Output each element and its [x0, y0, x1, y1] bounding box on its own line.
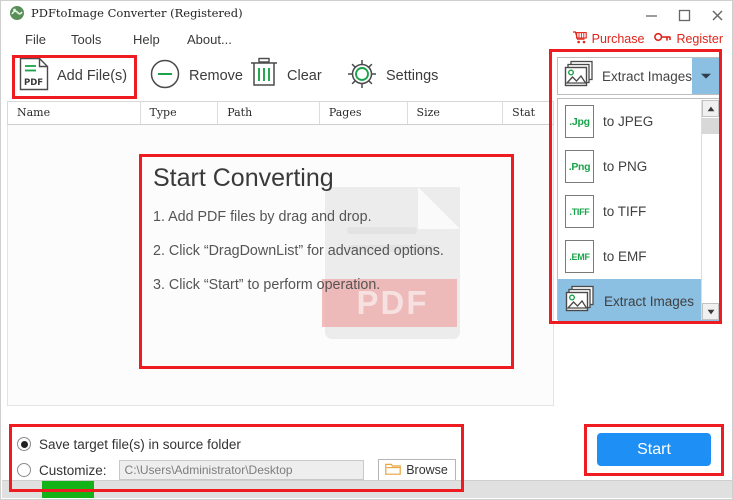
- dropdown-item-to-emf[interactable]: .EMF to EMF: [558, 234, 720, 279]
- dropdown-item-extract-images[interactable]: Extract Images: [558, 279, 720, 324]
- clear-button[interactable]: Clear: [249, 57, 322, 95]
- minus-circle-icon: [149, 58, 181, 95]
- dropdown-item-label: to JPEG: [603, 114, 654, 129]
- dropdown-item-to-png[interactable]: .Png to PNG: [558, 144, 720, 189]
- column-header-path[interactable]: Path: [218, 102, 320, 124]
- title-bar-left: PDFtoImage Converter (Registered): [9, 5, 243, 21]
- svg-text:PDF: PDF: [24, 78, 43, 88]
- dropdown-item-to-tiff[interactable]: .TIFF to TIFF: [558, 189, 720, 234]
- browse-label: Browse: [406, 463, 448, 477]
- clear-label: Clear: [287, 68, 322, 84]
- add-files-button[interactable]: PDF Add File(s): [19, 57, 127, 95]
- key-icon: [654, 31, 672, 46]
- trash-icon: [249, 57, 279, 95]
- purchase-link[interactable]: Purchase: [572, 30, 645, 47]
- chevron-down-icon[interactable]: [692, 58, 720, 94]
- settings-button[interactable]: Settings: [346, 57, 438, 95]
- close-icon[interactable]: [701, 1, 732, 29]
- output-format-value: Extract Images: [602, 68, 693, 84]
- purchase-register-links: Purchase Register: [572, 30, 723, 47]
- radio-button-unselected[interactable]: [17, 463, 31, 477]
- start-button[interactable]: Start: [597, 433, 711, 466]
- jpg-file-icon: .Jpg: [565, 105, 594, 138]
- instruction-step-1: 1. Add PDF files by drag and drop.: [153, 209, 372, 225]
- window-title: PDFtoImage Converter (Registered): [31, 6, 243, 20]
- status-bar: [2, 480, 732, 498]
- dropdown-item-label: to TIFF: [603, 204, 647, 219]
- menu-item-tools[interactable]: Tools: [67, 30, 105, 49]
- add-files-label: Add File(s): [57, 68, 128, 84]
- emf-file-icon: .EMF: [565, 240, 594, 273]
- file-list-header: Name Type Path Pages Size Stat: [7, 101, 554, 125]
- window-controls: [635, 1, 732, 29]
- instruction-step-3: 3. Click “Start” to perform operation.: [153, 277, 381, 293]
- save-source-folder-label: Save target file(s) in source folder: [39, 436, 241, 452]
- register-link[interactable]: Register: [654, 31, 723, 46]
- radio-button-selected[interactable]: [17, 437, 31, 451]
- column-header-name[interactable]: Name: [8, 102, 141, 124]
- register-label: Register: [676, 31, 723, 46]
- scrollbar-thumb[interactable]: [702, 118, 719, 134]
- dropdown-item-label: to EMF: [603, 249, 647, 264]
- progress-indicator: [42, 481, 94, 498]
- dropdown-item-label: Extract Images: [604, 294, 695, 309]
- output-format-dropdown-list[interactable]: .Jpg to JPEG .Png to PNG .TIFF to TIFF .…: [557, 98, 721, 324]
- menu-item-about[interactable]: About...: [183, 30, 236, 49]
- purchase-label: Purchase: [591, 31, 645, 46]
- dropdown-item-label: to PNG: [603, 159, 648, 174]
- gear-icon: [346, 58, 378, 95]
- column-header-pages[interactable]: Pages: [320, 102, 408, 124]
- application-window: PDFtoImage Converter (Registered) File T…: [0, 0, 733, 500]
- dropdown-item-to-jpeg[interactable]: .Jpg to JPEG: [558, 99, 720, 144]
- tiff-file-icon: .TIFF: [565, 195, 594, 228]
- menu-item-file[interactable]: File: [21, 30, 50, 49]
- remove-label: Remove: [189, 68, 243, 84]
- column-header-size[interactable]: Size: [408, 102, 504, 124]
- scroll-down-arrow-icon[interactable]: [702, 303, 719, 320]
- browse-button[interactable]: Browse: [377, 459, 456, 481]
- menu-item-help[interactable]: Help: [129, 30, 164, 49]
- extract-images-icon: [565, 285, 595, 318]
- folder-icon: [385, 462, 401, 478]
- column-header-type[interactable]: Type: [141, 102, 219, 124]
- remove-button[interactable]: Remove: [149, 57, 243, 95]
- dropdown-scrollbar[interactable]: [701, 100, 719, 320]
- output-options: Save target file(s) in source folder Cus…: [17, 431, 457, 487]
- maximize-icon[interactable]: [668, 1, 701, 29]
- settings-label: Settings: [386, 68, 439, 84]
- radio-save-in-source-folder[interactable]: Save target file(s) in source folder: [17, 431, 457, 457]
- instruction-step-2: 2. Click “DragDownList” for advanced opt…: [153, 243, 444, 259]
- cart-icon: [572, 30, 588, 47]
- extract-images-icon: [564, 60, 594, 93]
- title-bar: PDFtoImage Converter (Registered): [1, 1, 732, 29]
- start-label: Start: [637, 440, 671, 458]
- output-path-field[interactable]: C:\Users\Administrator\Desktop: [118, 460, 364, 480]
- pdf-file-icon: PDF: [19, 57, 49, 96]
- output-format-combobox[interactable]: Extract Images: [557, 57, 721, 95]
- customize-label: Customize:: [39, 462, 107, 478]
- scroll-up-arrow-icon[interactable]: [702, 100, 719, 117]
- column-header-status[interactable]: Stat: [503, 102, 553, 124]
- png-file-icon: .Png: [565, 150, 594, 183]
- app-logo-icon: [9, 5, 25, 21]
- instructions-title: Start Converting: [153, 164, 334, 192]
- instructions-panel: Start Converting 1. Add PDF files by dra…: [151, 164, 503, 362]
- minimize-icon[interactable]: [635, 1, 668, 29]
